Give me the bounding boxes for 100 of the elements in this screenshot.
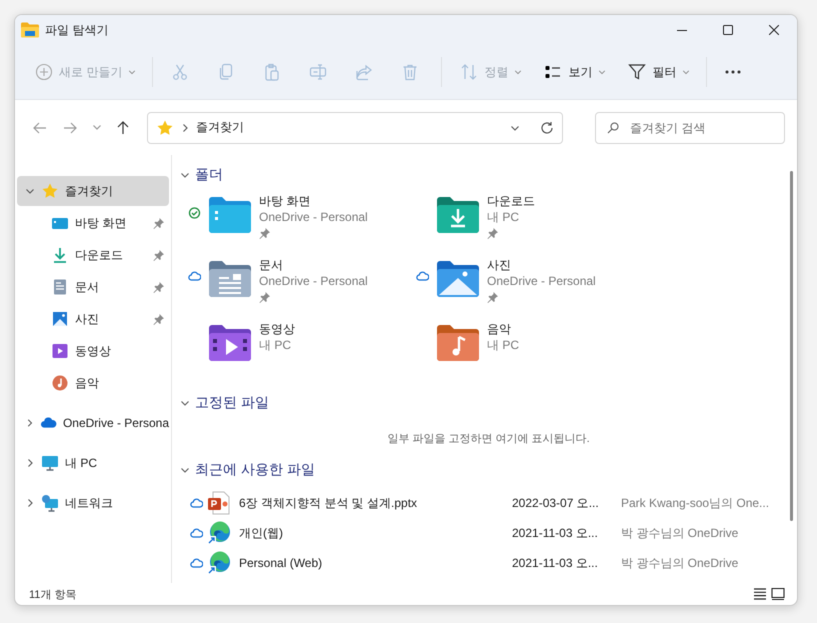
sidebar-item[interactable]: 사진 bbox=[17, 304, 169, 334]
picture-icon bbox=[51, 310, 69, 328]
sidebar-item[interactable]: 내 PC bbox=[17, 448, 169, 478]
chevron-icon[interactable] bbox=[93, 125, 101, 130]
folder-name: 다운로드 bbox=[487, 193, 535, 209]
item-count: 11개 항목 bbox=[29, 588, 78, 602]
folder-name: 음악 bbox=[487, 321, 512, 337]
empty-message: 일부 파일을 고정하면 여기에 표시됩니다. bbox=[386, 432, 591, 446]
sort-icon bbox=[460, 63, 478, 81]
filter-icon bbox=[628, 63, 646, 81]
folder-location: 내 PC bbox=[487, 209, 520, 225]
monitor-icon bbox=[41, 454, 59, 472]
file-date: 2021-11-03 오... bbox=[512, 524, 599, 542]
chevron-icon bbox=[25, 186, 35, 196]
pin-icon bbox=[153, 249, 165, 261]
network-icon bbox=[41, 494, 59, 512]
folder-icon bbox=[209, 197, 251, 233]
pin-icon bbox=[153, 217, 165, 229]
sidebar-item[interactable]: 바탕 화면 bbox=[17, 208, 169, 238]
star-icon bbox=[156, 118, 174, 136]
scrollbar[interactable] bbox=[790, 171, 793, 521]
folder-icon bbox=[209, 261, 251, 297]
file-location: 박 광수님의 OneDrive bbox=[621, 554, 738, 572]
chevron-icon bbox=[25, 418, 34, 428]
sidebar-item[interactable]: 동영상 bbox=[17, 336, 169, 366]
pin-icon bbox=[487, 227, 499, 239]
sidebar-item[interactable]: 문서 bbox=[17, 272, 169, 302]
folder-icon bbox=[437, 197, 479, 233]
folder-tile[interactable]: 사진 OneDrive - Personal bbox=[416, 257, 644, 321]
folder-icon bbox=[437, 325, 479, 361]
presentation-file-icon bbox=[207, 491, 231, 515]
browser-shortcut-icon bbox=[207, 551, 231, 575]
back-arrow-icon[interactable] bbox=[33, 122, 47, 134]
pin-icon bbox=[153, 313, 165, 325]
filter-button[interactable]: 필터 bbox=[622, 55, 696, 89]
folder-name: 문서 bbox=[259, 257, 284, 273]
rename-icon bbox=[309, 63, 328, 81]
folder-tile[interactable]: 동영상 내 PC bbox=[188, 321, 416, 385]
folder-tile[interactable]: 음악 내 PC bbox=[416, 321, 644, 385]
search-field[interactable]: 즐겨찾기 검색 bbox=[595, 112, 785, 144]
folder-tile[interactable]: 바탕 화면 OneDrive - Personal bbox=[188, 193, 416, 257]
sidebar-item[interactable]: 즐겨찾기 bbox=[17, 176, 169, 206]
close-icon[interactable] bbox=[769, 25, 779, 35]
address-bar[interactable]: 즐겨찾기 bbox=[147, 112, 563, 144]
folder-location: 내 PC bbox=[487, 337, 520, 353]
folder-location: OneDrive - Personal bbox=[259, 273, 368, 289]
details-view-button[interactable] bbox=[751, 588, 769, 600]
music-icon bbox=[51, 374, 69, 392]
trash-icon bbox=[401, 63, 420, 81]
window-title: 파일 탐색기 bbox=[45, 22, 110, 38]
plus-circle-icon bbox=[35, 63, 53, 81]
chevron-icon bbox=[180, 122, 190, 132]
folder-icon bbox=[437, 261, 479, 297]
folder-name: 바탕 화면 bbox=[259, 193, 312, 209]
folder-location: OneDrive - Personal bbox=[259, 209, 368, 225]
file-location: Park Kwang-soo님의 One... bbox=[621, 494, 770, 512]
download-icon bbox=[51, 246, 69, 264]
sidebar-item[interactable]: OneDrive - Persona bbox=[17, 408, 169, 438]
file-name[interactable]: 개인(웹) bbox=[239, 524, 512, 542]
video-icon bbox=[51, 342, 69, 360]
chevron-icon bbox=[598, 68, 606, 76]
large-icons-view-button[interactable] bbox=[769, 588, 787, 600]
chevron-icon bbox=[180, 465, 190, 475]
sidebar-item[interactable]: 네트워크 bbox=[17, 488, 169, 518]
folder-tile[interactable]: 다운로드 내 PC bbox=[416, 193, 644, 257]
folder-icon bbox=[209, 325, 251, 361]
forward-arrow-icon[interactable] bbox=[63, 122, 77, 134]
chevron-icon bbox=[128, 68, 136, 76]
section-header[interactable]: 고정된 파일 bbox=[180, 391, 797, 415]
file-location: 박 광수님의 OneDrive bbox=[621, 524, 738, 542]
section-header[interactable]: 최근에 사용한 파일 bbox=[180, 458, 797, 482]
pin-icon bbox=[153, 281, 165, 293]
file-date: 2021-11-03 오... bbox=[512, 554, 599, 572]
chevron-icon bbox=[25, 498, 35, 508]
refresh-icon[interactable] bbox=[540, 120, 554, 134]
file-name[interactable]: Personal (Web) bbox=[239, 556, 512, 570]
folder-icon bbox=[21, 22, 39, 38]
folder-tile[interactable]: 문서 OneDrive - Personal bbox=[188, 257, 416, 321]
chevron-icon bbox=[25, 458, 35, 468]
more-icon bbox=[725, 70, 742, 74]
folder-name: 사진 bbox=[487, 257, 512, 273]
view-list-icon bbox=[544, 63, 562, 81]
chevron-icon bbox=[682, 68, 690, 76]
view-button[interactable]: 보기 bbox=[538, 55, 612, 89]
file-date: 2022-03-07 오... bbox=[512, 494, 600, 512]
sidebar-item[interactable]: 음악 bbox=[17, 368, 169, 398]
section-header[interactable]: 폴더 bbox=[180, 163, 797, 187]
pin-icon bbox=[487, 291, 499, 303]
pin-icon bbox=[259, 291, 271, 303]
chevron-icon bbox=[180, 170, 190, 180]
chevron-icon bbox=[180, 398, 190, 408]
folder-location: 내 PC bbox=[259, 337, 292, 353]
document-icon bbox=[51, 278, 69, 296]
clipboard-icon bbox=[263, 63, 282, 81]
scissors-icon bbox=[171, 63, 190, 81]
browser-shortcut-icon bbox=[207, 521, 231, 545]
file-name[interactable]: 6장 객체지향적 분석 및 설계.pptx bbox=[239, 494, 512, 512]
maximize-icon[interactable] bbox=[723, 25, 733, 35]
up-arrow-icon[interactable] bbox=[117, 120, 129, 134]
sidebar-item[interactable]: 다운로드 bbox=[17, 240, 169, 270]
